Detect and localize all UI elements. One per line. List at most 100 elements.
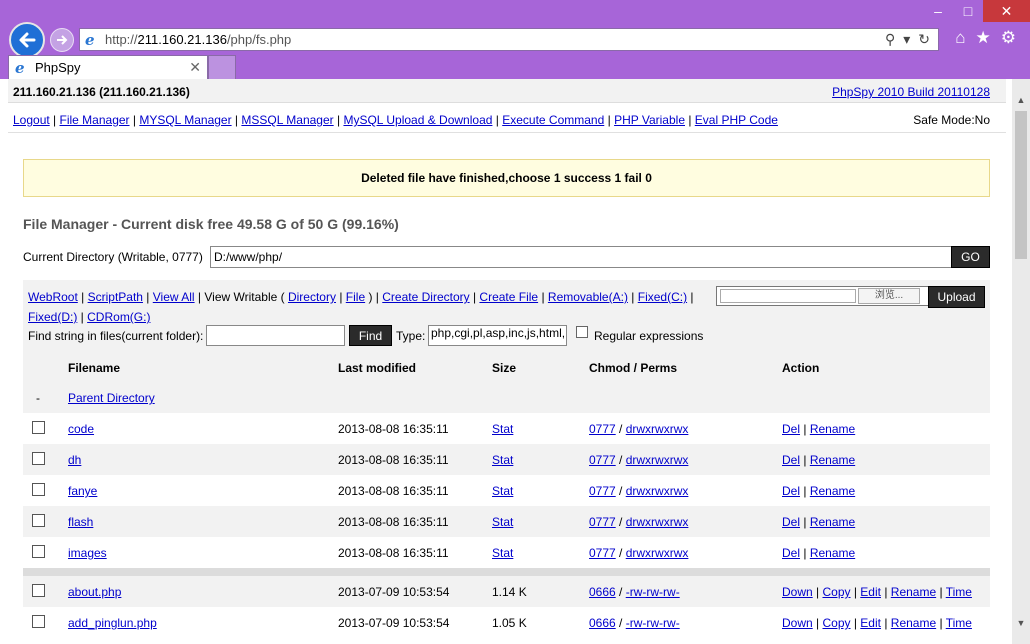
upload-file-field[interactable]: 浏览... <box>716 286 946 306</box>
address-bar[interactable]: e http://211.160.21.136/php/fs.php ⚲ ▾ ↻ <box>79 28 939 51</box>
go-button[interactable]: GO <box>951 246 990 268</box>
settings-gear-icon[interactable]: ⚙ <box>1001 28 1016 48</box>
scroll-up-icon[interactable]: ▲ <box>1012 91 1030 109</box>
menu-file-manager[interactable]: File Manager <box>60 113 130 127</box>
browse-button[interactable]: 浏览... <box>858 288 920 304</box>
favorites-star-icon[interactable]: ★ <box>976 28 991 48</box>
maximize-icon[interactable]: □ <box>953 0 983 22</box>
filename-link[interactable]: fanye <box>68 484 97 498</box>
drive-d-link[interactable]: Fixed(D:) <box>28 310 77 324</box>
perms-link[interactable]: drwxrwxrwx <box>626 484 689 498</box>
edit-link[interactable]: Edit <box>860 585 881 599</box>
del-link[interactable]: Del <box>782 453 800 467</box>
create-file-link[interactable]: Create File <box>479 290 538 304</box>
chmod-link[interactable]: 0777 <box>589 453 616 467</box>
minimize-icon[interactable]: – <box>923 0 953 22</box>
refresh-icon[interactable]: ↻ <box>918 31 930 48</box>
vertical-scrollbar[interactable]: ▲ ▼ <box>1012 79 1030 644</box>
rename-link[interactable]: Rename <box>810 422 855 436</box>
row-checkbox[interactable] <box>32 421 45 434</box>
perms-link[interactable]: drwxrwxrwx <box>626 453 689 467</box>
chmod-link[interactable]: 0777 <box>589 515 616 529</box>
regex-checkbox[interactable] <box>576 326 588 338</box>
upload-button[interactable]: Upload <box>928 286 985 308</box>
chmod-link[interactable]: 0666 <box>589 616 616 630</box>
scriptpath-link[interactable]: ScriptPath <box>88 290 143 304</box>
new-tab-button[interactable] <box>208 55 236 79</box>
del-link[interactable]: Del <box>782 546 800 560</box>
copy-link[interactable]: Copy <box>822 616 850 630</box>
chmod-link[interactable]: 0777 <box>589 422 616 436</box>
down-link[interactable]: Down <box>782 616 813 630</box>
row-checkbox[interactable] <box>32 615 45 628</box>
time-link[interactable]: Time <box>946 585 972 599</box>
drive-c-link[interactable]: Fixed(C:) <box>638 290 687 304</box>
perms-link[interactable]: drwxrwxrwx <box>626 546 689 560</box>
row-checkbox[interactable] <box>32 483 45 496</box>
chmod-link[interactable]: 0777 <box>589 484 616 498</box>
menu-php-variable[interactable]: PHP Variable <box>614 113 685 127</box>
menu-mssql-manager[interactable]: MSSQL Manager <box>241 113 333 127</box>
forward-button[interactable] <box>50 28 74 52</box>
create-directory-link[interactable]: Create Directory <box>382 290 469 304</box>
stat-link[interactable]: Stat <box>492 484 513 498</box>
perms-link[interactable]: drwxrwxrwx <box>626 422 689 436</box>
del-link[interactable]: Del <box>782 515 800 529</box>
current-directory-input[interactable] <box>210 246 952 268</box>
find-string-input[interactable] <box>206 325 345 346</box>
rename-link[interactable]: Rename <box>810 453 855 467</box>
filename-link[interactable]: images <box>68 546 107 560</box>
stat-link[interactable]: Stat <box>492 453 513 467</box>
parent-directory-link[interactable]: Parent Directory <box>68 391 155 405</box>
perms-link[interactable]: -rw-rw-rw- <box>626 616 680 630</box>
menu-execute-command[interactable]: Execute Command <box>502 113 604 127</box>
close-window-icon[interactable]: ✕ <box>983 0 1030 22</box>
chmod-link[interactable]: 0666 <box>589 585 616 599</box>
filename-link[interactable]: about.php <box>68 585 121 599</box>
rename-link[interactable]: Rename <box>891 616 936 630</box>
find-button[interactable]: Find <box>349 325 392 346</box>
type-input[interactable]: php,cgi,pl,asp,inc,js,html, <box>428 325 567 346</box>
scroll-down-icon[interactable]: ▼ <box>1012 614 1030 632</box>
view-all-link[interactable]: View All <box>153 290 195 304</box>
scrollbar-thumb[interactable] <box>1015 111 1027 259</box>
build-link[interactable]: PhpSpy 2010 Build 20110128 <box>832 85 990 99</box>
chmod-link[interactable]: 0777 <box>589 546 616 560</box>
filename-link[interactable]: add_pinglun.php <box>68 616 157 630</box>
rename-link[interactable]: Rename <box>810 484 855 498</box>
directory-link[interactable]: Directory <box>288 290 336 304</box>
search-icon[interactable]: ⚲ <box>885 31 895 48</box>
tab-close-icon[interactable]: ✕ <box>189 59 201 76</box>
del-link[interactable]: Del <box>782 422 800 436</box>
row-checkbox[interactable] <box>32 545 45 558</box>
rename-link[interactable]: Rename <box>810 515 855 529</box>
copy-link[interactable]: Copy <box>822 585 850 599</box>
stat-link[interactable]: Stat <box>492 546 513 560</box>
row-checkbox[interactable] <box>32 452 45 465</box>
perms-link[interactable]: -rw-rw-rw- <box>626 585 680 599</box>
drive-a-link[interactable]: Removable(A:) <box>548 290 628 304</box>
webroot-link[interactable]: WebRoot <box>28 290 78 304</box>
drive-g-link[interactable]: CDRom(G:) <box>87 310 150 324</box>
menu-logout[interactable]: Logout <box>13 113 50 127</box>
edit-link[interactable]: Edit <box>860 616 881 630</box>
stat-link[interactable]: Stat <box>492 422 513 436</box>
row-checkbox[interactable] <box>32 514 45 527</box>
back-button[interactable] <box>9 22 45 58</box>
down-link[interactable]: Down <box>782 585 813 599</box>
rename-link[interactable]: Rename <box>891 585 936 599</box>
file-link[interactable]: File <box>346 290 365 304</box>
menu-mysql-manager[interactable]: MYSQL Manager <box>139 113 231 127</box>
url-text[interactable]: http://211.160.21.136/php/fs.php <box>105 32 885 47</box>
rename-link[interactable]: Rename <box>810 546 855 560</box>
del-link[interactable]: Del <box>782 484 800 498</box>
row-checkbox[interactable] <box>32 584 45 597</box>
upload-path-input[interactable] <box>720 289 856 303</box>
filename-link[interactable]: flash <box>68 515 93 529</box>
stat-link[interactable]: Stat <box>492 515 513 529</box>
menu-eval-php-code[interactable]: Eval PHP Code <box>695 113 778 127</box>
menu-mysql-upload-download[interactable]: MySQL Upload & Download <box>343 113 492 127</box>
filename-link[interactable]: code <box>68 422 94 436</box>
filename-link[interactable]: dh <box>68 453 81 467</box>
time-link[interactable]: Time <box>946 616 972 630</box>
